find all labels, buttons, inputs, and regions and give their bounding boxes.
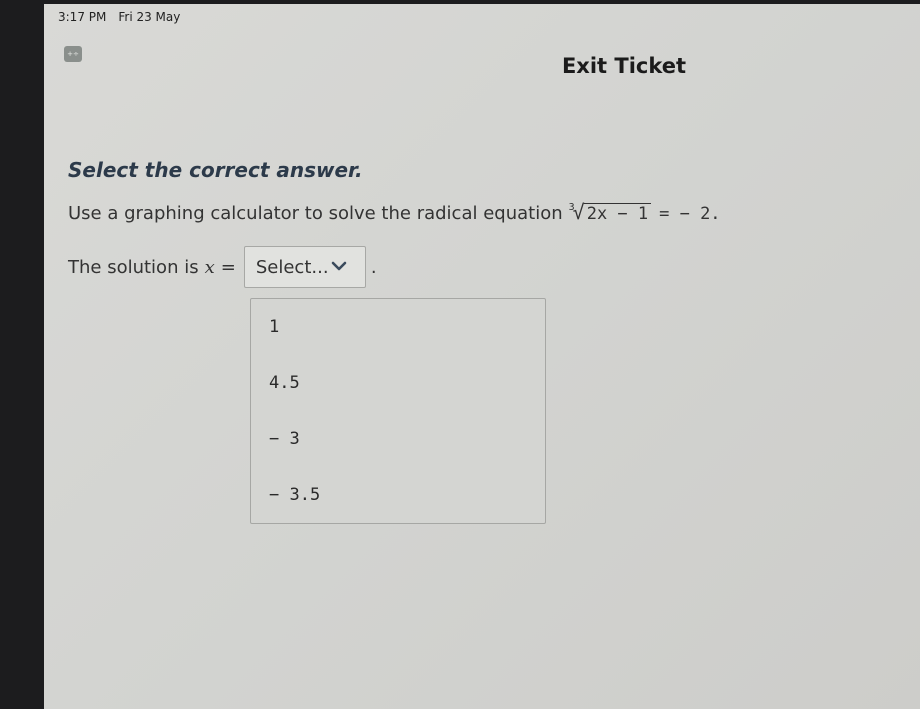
page-title: Exit Ticket (561, 54, 687, 78)
option-1[interactable]: 1 (269, 317, 279, 337)
sentence-period: . (370, 256, 377, 278)
question-text: Use a graphing calculator to solve the r… (68, 203, 563, 224)
answer-select-value: Select... (255, 256, 329, 278)
radicand: 2x − 1 (583, 203, 652, 224)
solution-prefix: The solution is (68, 256, 199, 278)
chevron-down-icon (331, 261, 347, 271)
equation-rhs: = − 2. (659, 204, 721, 224)
question-prompt: Use a graphing calculator to solve the r… (68, 200, 721, 224)
instruction-text: Select the correct answer. (68, 158, 363, 182)
status-bar: 3:17 PM Fri 23 May (58, 10, 180, 24)
option-4-5[interactable]: 4.5 (269, 373, 300, 393)
root-index: 3 (568, 202, 575, 213)
status-time: 3:17 PM (58, 10, 107, 24)
option-neg-3[interactable]: − 3 (269, 429, 300, 449)
status-date: Fri 23 May (118, 10, 181, 24)
answer-select[interactable]: Select... (243, 246, 366, 288)
equals-sign: = (220, 256, 236, 278)
solution-line: The solution is x = Select... . (68, 246, 377, 288)
tablet-screen: 3:17 PM Fri 23 May +÷ Exit Ticket Select… (44, 4, 920, 709)
variable-x: x (204, 256, 215, 278)
dropdown-options-list: 1 4.5 − 3 − 3.5 (250, 298, 546, 524)
radical-equation: 3 √ 2x − 1 = − 2. (569, 200, 721, 224)
option-neg-3-5[interactable]: − 3.5 (269, 485, 320, 505)
